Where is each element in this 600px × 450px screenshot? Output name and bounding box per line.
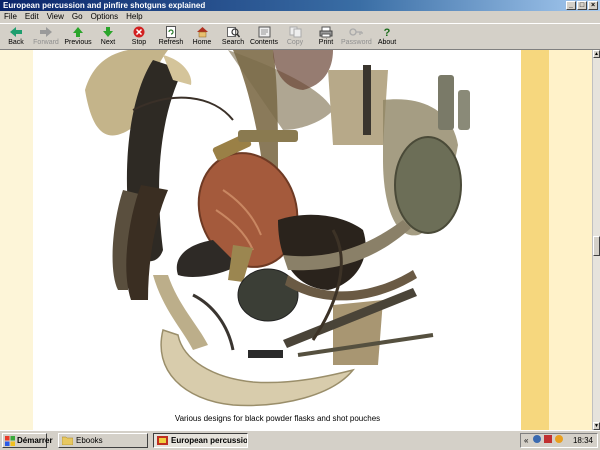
forward-button[interactable]: Forward xyxy=(30,24,62,50)
scroll-up-button[interactable]: ▲ xyxy=(593,50,600,58)
up-arrow-icon xyxy=(73,27,83,37)
previous-label: Previous xyxy=(64,39,92,46)
title-bar[interactable]: European percussion and pinfire shotguns… xyxy=(0,0,600,11)
about-label: About xyxy=(377,39,397,46)
start-button[interactable]: Démarrer xyxy=(2,433,53,448)
forward-label: Forward xyxy=(33,39,59,46)
task-label-ebooks: Ebooks xyxy=(76,436,103,445)
menu-file[interactable]: File xyxy=(0,11,21,23)
forward-arrow-icon xyxy=(40,27,52,37)
menu-options[interactable]: Options xyxy=(87,11,123,23)
minimize-button[interactable]: _ xyxy=(566,1,576,10)
window-title: European percussion and pinfire shotguns… xyxy=(3,1,206,10)
maximize-button[interactable]: □ xyxy=(577,1,587,10)
question-icon: ? xyxy=(384,27,391,38)
security-icon[interactable] xyxy=(544,435,552,443)
windows-logo-icon xyxy=(5,436,15,446)
taskbar-item-ebooks[interactable]: Ebooks xyxy=(58,433,148,448)
back-arrow-icon xyxy=(10,27,22,37)
decorative-stripe-dark xyxy=(521,50,549,430)
close-button[interactable]: × xyxy=(588,1,598,10)
menu-edit[interactable]: Edit xyxy=(21,11,43,23)
clock: 18:34 xyxy=(572,436,593,445)
image-caption: Various designs for black powder flasks … xyxy=(174,414,381,423)
scroll-down-button[interactable]: ▼ xyxy=(593,422,600,430)
toolbar: Back Forward Previous Next Stop Refresh … xyxy=(0,23,600,50)
down-arrow-icon xyxy=(103,27,113,37)
print-label: Print xyxy=(318,39,334,46)
search-icon xyxy=(226,27,240,38)
next-button[interactable]: Next xyxy=(92,24,124,50)
stop-icon xyxy=(133,26,145,38)
folder-icon xyxy=(62,436,73,445)
key-icon xyxy=(349,28,363,36)
home-button[interactable]: Home xyxy=(186,24,218,50)
copy-button[interactable]: Copy xyxy=(279,24,311,50)
taskbar-item-european-percussion[interactable]: European percussion ... xyxy=(153,433,248,448)
password-label: Password xyxy=(341,39,372,46)
menu-view[interactable]: View xyxy=(43,11,68,23)
copy-label: Copy xyxy=(286,39,304,46)
refresh-button[interactable]: Refresh xyxy=(155,24,187,50)
network-icon[interactable] xyxy=(533,435,541,443)
previous-button[interactable]: Previous xyxy=(62,24,94,50)
refresh-label: Refresh xyxy=(158,39,184,46)
refresh-icon xyxy=(166,26,176,38)
document-view[interactable]: Various designs for black powder flasks … xyxy=(0,50,596,430)
menu-bar: File Edit View Go Options Help xyxy=(0,11,600,23)
taskbar: Démarrer Ebooks European percussion ... … xyxy=(0,430,600,450)
home-icon xyxy=(196,27,208,38)
search-label: Search xyxy=(221,39,245,46)
password-button[interactable]: Password xyxy=(341,24,372,50)
stop-button[interactable]: Stop xyxy=(123,24,155,50)
tray-arrow-icon[interactable]: « xyxy=(524,434,528,447)
vertical-scrollbar[interactable]: ▲ ▼ xyxy=(592,50,600,430)
scroll-thumb[interactable] xyxy=(593,236,600,256)
printer-icon xyxy=(319,26,333,38)
contents-label: Contents xyxy=(249,39,279,46)
home-label: Home xyxy=(192,39,212,46)
task-label-european-percussion: European percussion ... xyxy=(171,436,248,445)
menu-help[interactable]: Help xyxy=(122,11,146,23)
about-button[interactable]: ? About xyxy=(371,24,403,50)
start-label: Démarrer xyxy=(17,436,53,445)
print-button[interactable]: Print xyxy=(310,24,342,50)
page-area: Various designs for black powder flasks … xyxy=(33,50,522,430)
next-label: Next xyxy=(100,39,116,46)
contents-button[interactable]: Contents xyxy=(248,24,280,50)
system-tray: « 18:34 xyxy=(520,433,598,448)
svg-text:?: ? xyxy=(384,27,391,38)
back-button[interactable]: Back xyxy=(0,24,32,50)
ebook-app-icon xyxy=(157,436,168,445)
volume-icon[interactable] xyxy=(555,435,563,443)
contents-book-icon xyxy=(258,26,270,38)
copy-icon xyxy=(289,26,301,38)
menu-go[interactable]: Go xyxy=(68,11,87,23)
search-button[interactable]: Search xyxy=(217,24,249,50)
powder-flasks-photo xyxy=(85,50,470,407)
stop-label: Stop xyxy=(131,39,147,46)
decorative-stripe-light xyxy=(549,50,596,430)
back-label: Back xyxy=(8,39,24,46)
